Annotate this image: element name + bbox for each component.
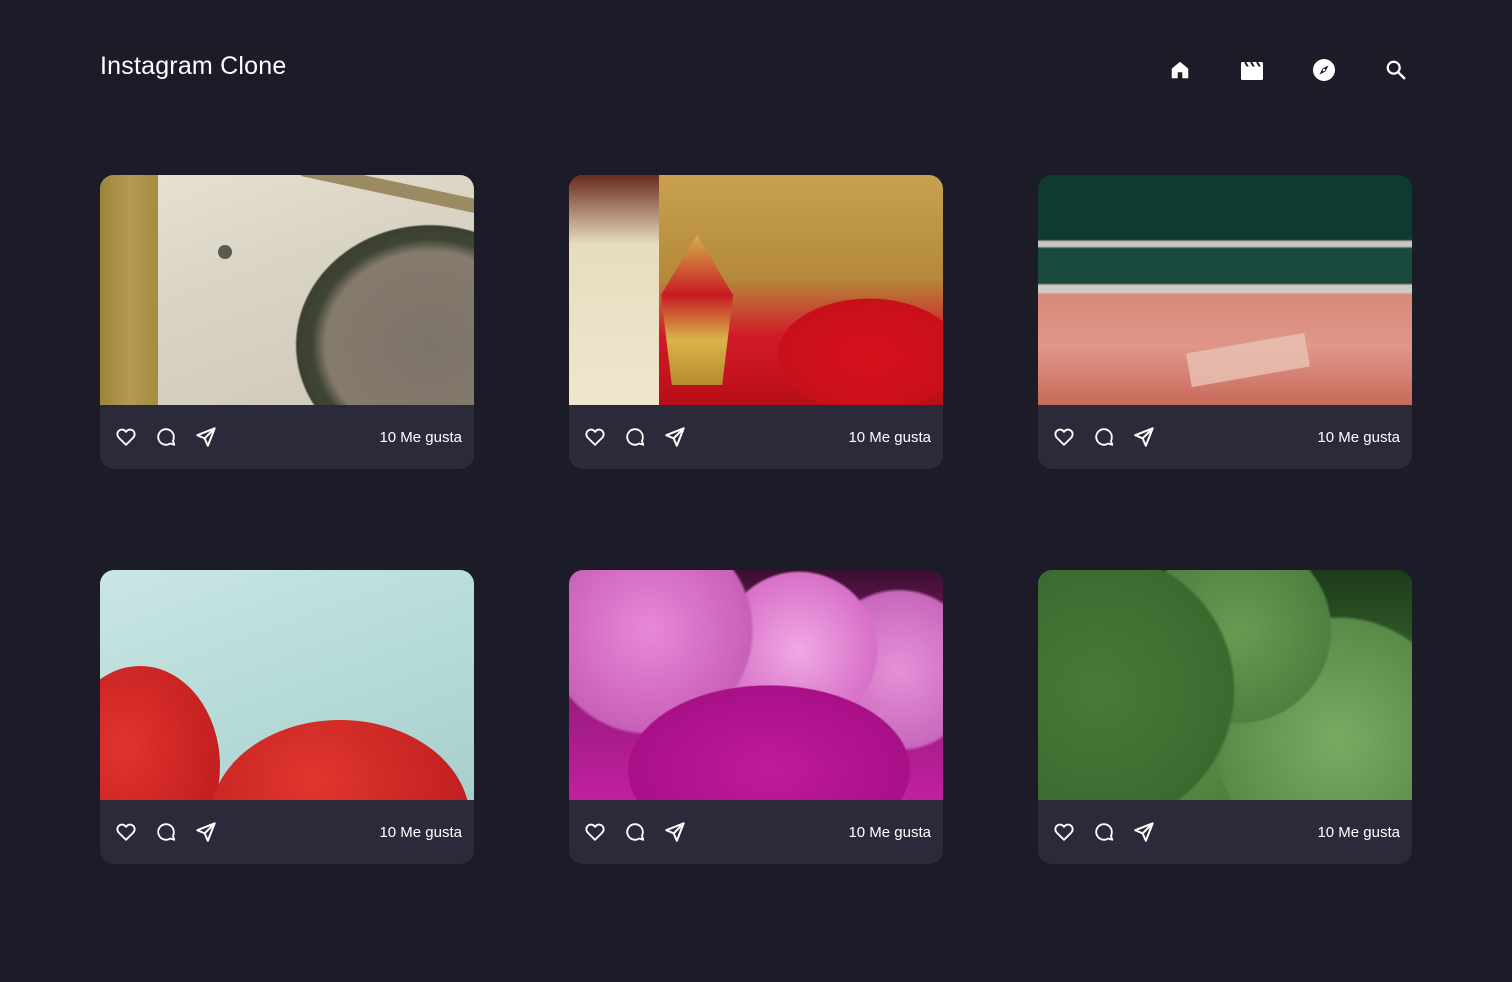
share-button[interactable] xyxy=(663,820,687,844)
comment-icon xyxy=(157,428,176,446)
likes-count: 10 Me gusta xyxy=(1317,428,1400,446)
compass-icon xyxy=(1313,59,1335,81)
post-image[interactable] xyxy=(1038,175,1412,405)
heart-icon xyxy=(116,823,136,841)
share-button[interactable] xyxy=(194,425,218,449)
send-icon xyxy=(665,427,685,447)
comment-button[interactable] xyxy=(154,820,178,844)
page: Instagram Clone 10 Me gusta 10 Me gusta … xyxy=(0,0,1512,982)
post-image[interactable] xyxy=(569,570,943,800)
likes-count: 10 Me gusta xyxy=(379,428,462,446)
app-title: Instagram Clone xyxy=(100,52,287,80)
like-button[interactable] xyxy=(1052,820,1076,844)
like-button[interactable] xyxy=(583,425,607,449)
comment-icon xyxy=(626,823,645,841)
post-image[interactable] xyxy=(100,570,474,800)
share-button[interactable] xyxy=(663,425,687,449)
nav-reels-button[interactable] xyxy=(1236,54,1268,86)
share-button[interactable] xyxy=(1132,820,1156,844)
like-button[interactable] xyxy=(583,820,607,844)
nav-home-button[interactable] xyxy=(1164,54,1196,86)
like-button[interactable] xyxy=(114,425,138,449)
search-icon xyxy=(1386,60,1406,80)
home-icon xyxy=(1171,61,1189,79)
heart-icon xyxy=(1054,428,1074,446)
post-card: 10 Me gusta xyxy=(100,175,474,469)
post-card: 10 Me gusta xyxy=(100,570,474,864)
likes-count: 10 Me gusta xyxy=(379,823,462,841)
post-card: 10 Me gusta xyxy=(569,570,943,864)
like-button[interactable] xyxy=(114,820,138,844)
comment-button[interactable] xyxy=(1092,425,1116,449)
post-image[interactable] xyxy=(569,175,943,405)
post-actions xyxy=(1052,820,1172,844)
send-icon xyxy=(1134,822,1154,842)
post-actions xyxy=(114,425,234,449)
comment-icon xyxy=(1095,428,1114,446)
post-grid: 10 Me gusta 10 Me gusta 10 Me gusta 10 M… xyxy=(100,175,1412,864)
post-image[interactable] xyxy=(1038,570,1412,800)
likes-count: 10 Me gusta xyxy=(848,823,931,841)
send-icon xyxy=(665,822,685,842)
like-button[interactable] xyxy=(1052,425,1076,449)
likes-count: 10 Me gusta xyxy=(848,428,931,446)
heart-icon xyxy=(585,428,605,446)
comment-button[interactable] xyxy=(154,425,178,449)
comment-button[interactable] xyxy=(623,820,647,844)
nav-explore-button[interactable] xyxy=(1308,54,1340,86)
post-card: 10 Me gusta xyxy=(1038,175,1412,469)
send-icon xyxy=(1134,427,1154,447)
comment-button[interactable] xyxy=(623,425,647,449)
post-footer: 10 Me gusta xyxy=(100,405,474,469)
comment-icon xyxy=(1095,823,1114,841)
post-footer: 10 Me gusta xyxy=(1038,800,1412,864)
post-actions xyxy=(583,425,703,449)
header: Instagram Clone xyxy=(100,50,1412,90)
likes-count: 10 Me gusta xyxy=(1317,823,1400,841)
post-actions xyxy=(114,820,234,844)
heart-icon xyxy=(1054,823,1074,841)
post-footer: 10 Me gusta xyxy=(569,800,943,864)
post-footer: 10 Me gusta xyxy=(100,800,474,864)
post-actions xyxy=(1052,425,1172,449)
post-card: 10 Me gusta xyxy=(1038,570,1412,864)
comment-icon xyxy=(157,823,176,841)
share-button[interactable] xyxy=(1132,425,1156,449)
nav-search-button[interactable] xyxy=(1380,54,1412,86)
comment-icon xyxy=(626,428,645,446)
post-image[interactable] xyxy=(100,175,474,405)
heart-icon xyxy=(116,428,136,446)
heart-icon xyxy=(585,823,605,841)
post-actions xyxy=(583,820,703,844)
share-button[interactable] xyxy=(194,820,218,844)
send-icon xyxy=(196,822,216,842)
post-footer: 10 Me gusta xyxy=(569,405,943,469)
post-footer: 10 Me gusta xyxy=(1038,405,1412,469)
comment-button[interactable] xyxy=(1092,820,1116,844)
clapperboard-icon xyxy=(1241,61,1263,80)
send-icon xyxy=(196,427,216,447)
post-card: 10 Me gusta xyxy=(569,175,943,469)
top-nav xyxy=(1164,54,1412,86)
